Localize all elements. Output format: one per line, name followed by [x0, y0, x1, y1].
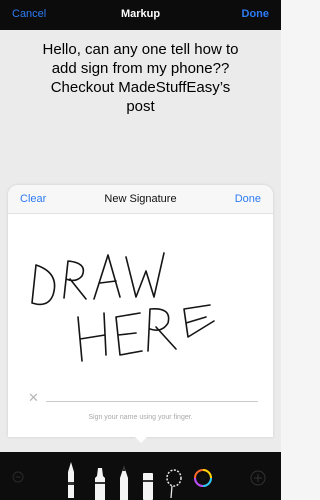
pencil-icon[interactable]	[118, 464, 130, 500]
signature-canvas[interactable]	[8, 213, 273, 437]
undo-icon[interactable]	[12, 471, 24, 483]
eraser-icon[interactable]	[142, 472, 154, 500]
add-icon[interactable]	[250, 470, 266, 486]
popover-caret	[135, 437, 147, 443]
handwriting-drawing	[31, 252, 215, 362]
signature-done-button[interactable]: Done	[235, 193, 261, 205]
signature-sheet-title: New Signature	[104, 193, 177, 205]
done-button[interactable]: Done	[242, 8, 270, 20]
signature-sheet-header: Clear New Signature Done	[8, 185, 273, 214]
signature-baseline	[46, 401, 258, 402]
clear-x-icon: ✕	[28, 390, 39, 405]
pen-icon[interactable]	[64, 460, 78, 500]
color-picker-icon[interactable]	[194, 469, 212, 487]
marker-icon[interactable]	[92, 466, 108, 500]
lasso-icon[interactable]	[166, 468, 182, 500]
signature-sheet: Clear New Signature Done ✕ Sign your nam…	[8, 185, 273, 437]
signature-hint: Sign your name using your finger.	[88, 414, 193, 421]
nav-title: Markup	[120, 8, 161, 20]
markup-toolbar	[0, 452, 281, 500]
nav-bar: Cancel Markup Done	[0, 0, 281, 30]
